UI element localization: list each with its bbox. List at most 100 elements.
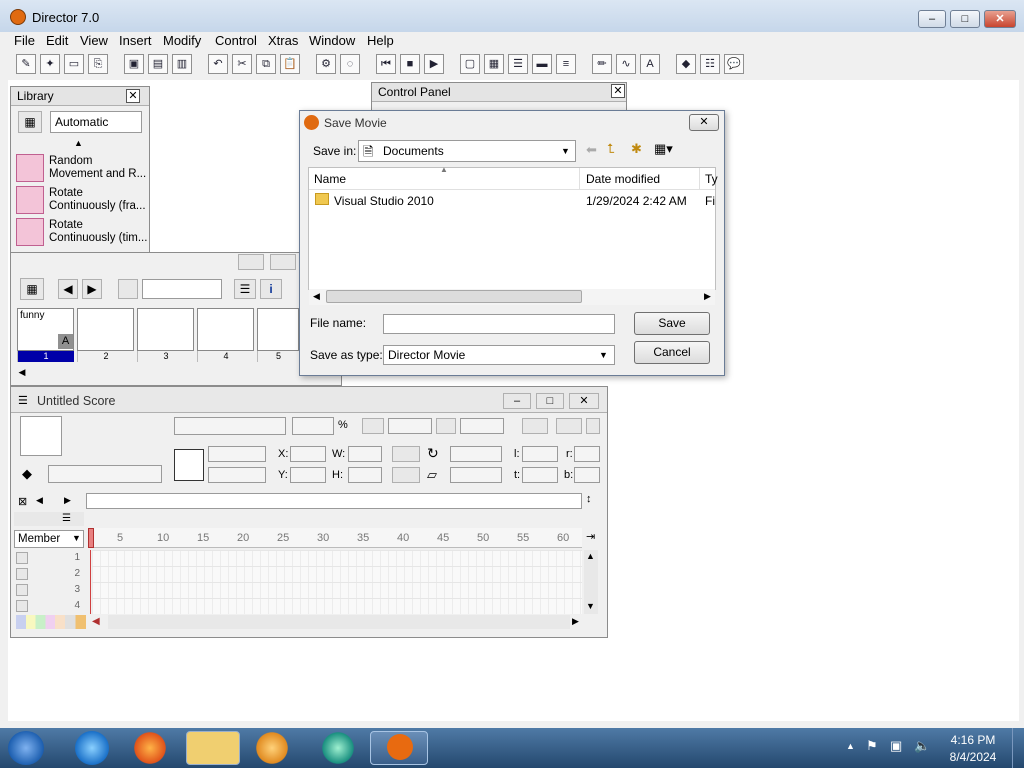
- score-channel-icon[interactable]: ⊠: [18, 495, 27, 508]
- director-app-icon[interactable]: [10, 9, 26, 25]
- scroll-left-icon[interactable]: ◀: [313, 291, 320, 302]
- library-item-1[interactable]: Random Movement and R...: [49, 155, 146, 181]
- cancel-button[interactable]: Cancel: [634, 341, 710, 364]
- column-date-modified[interactable]: Date modified: [586, 172, 660, 186]
- clock-date[interactable]: 8/4/2024: [940, 750, 1006, 764]
- score-next-marker-icon[interactable]: ▶: [64, 495, 71, 506]
- sprite-color-palette[interactable]: [16, 615, 86, 629]
- cast-cell-5[interactable]: [257, 308, 299, 351]
- file-explorer-icon[interactable]: [186, 731, 240, 765]
- dialog-close-button[interactable]: ✕: [689, 114, 719, 131]
- cast-window-icon[interactable]: ▦: [484, 54, 504, 74]
- menu-insert[interactable]: Insert: [119, 32, 152, 50]
- cast-next-icon[interactable]: ▶: [82, 279, 102, 299]
- library-scroll-up-icon[interactable]: ▲: [74, 138, 83, 148]
- column-divider[interactable]: [579, 168, 580, 190]
- file-name-input[interactable]: [383, 314, 615, 334]
- close-button[interactable]: ✕: [984, 10, 1016, 28]
- score-scroll-up-icon[interactable]: ▲: [586, 551, 595, 561]
- score-scroll-down-icon[interactable]: ▼: [586, 601, 595, 611]
- sprite-color-swatch[interactable]: [174, 449, 204, 481]
- script-window-icon[interactable]: ≡: [556, 54, 576, 74]
- sprite-blend-select[interactable]: [292, 417, 334, 435]
- maximize-button[interactable]: □: [950, 10, 980, 28]
- score-minimize-button[interactable]: –: [503, 393, 531, 409]
- cast-maximize-button[interactable]: [270, 254, 296, 270]
- sprite-skew-field[interactable]: [450, 467, 502, 483]
- show-hidden-icons-icon[interactable]: ▲: [846, 741, 855, 751]
- sprite-ink-select[interactable]: [174, 417, 286, 435]
- cast-prev-icon[interactable]: ◀: [58, 279, 78, 299]
- score-hscroll-left-icon[interactable]: ◀: [92, 616, 100, 627]
- sprite-behavior-select[interactable]: [48, 465, 162, 483]
- cast-script-icon[interactable]: ☰: [234, 279, 256, 299]
- column-name[interactable]: Name: [314, 172, 346, 186]
- cast-cell-2[interactable]: [77, 308, 134, 351]
- score-zoom-icon[interactable]: ↕: [586, 493, 592, 505]
- channel-toggle[interactable]: [16, 600, 28, 612]
- stop-icon[interactable]: ■: [400, 54, 420, 74]
- scroll-right-icon[interactable]: ▶: [704, 291, 711, 302]
- library-item-2[interactable]: Rotate Continuously (fra...: [49, 187, 146, 213]
- menu-control[interactable]: Control: [215, 32, 257, 50]
- sprite-trails-icon[interactable]: [586, 418, 600, 434]
- sprite-end-icon[interactable]: [436, 418, 456, 434]
- cast-member-name-field[interactable]: [142, 279, 222, 299]
- lingo-icon[interactable]: ☷: [700, 54, 720, 74]
- chevron-down-icon[interactable]: ▼: [561, 146, 570, 156]
- media-center-icon[interactable]: [316, 731, 360, 765]
- score-close-button[interactable]: ✕: [569, 393, 599, 409]
- cast-cell-4[interactable]: [197, 308, 254, 351]
- chevron-down-icon[interactable]: ▼: [599, 350, 608, 360]
- show-desktop-button[interactable]: [1012, 728, 1024, 768]
- stage-window-icon[interactable]: ▢: [460, 54, 480, 74]
- sprite-w-field[interactable]: [348, 446, 382, 462]
- sprite-end-frame[interactable]: [460, 418, 504, 434]
- library-filter[interactable]: Automatic: [50, 111, 142, 133]
- publish-icon[interactable]: ▥: [172, 54, 192, 74]
- column-type[interactable]: Ty: [705, 172, 718, 186]
- find-icon[interactable]: ⚙: [316, 54, 336, 74]
- sprite-bg-field[interactable]: [208, 467, 266, 483]
- new-folder-icon[interactable]: ✱: [631, 141, 642, 157]
- score-center-icon[interactable]: ⇥: [586, 530, 595, 543]
- score-prev-marker-icon[interactable]: ◀: [36, 495, 43, 506]
- play-icon[interactable]: ▶: [424, 54, 444, 74]
- menu-window[interactable]: Window: [309, 32, 355, 50]
- menu-view[interactable]: View: [80, 32, 108, 50]
- cast-minimize-button[interactable]: [238, 254, 264, 270]
- score-maximize-button[interactable]: □: [536, 393, 564, 409]
- control-panel-close-icon[interactable]: ✕: [611, 84, 625, 98]
- file-list-scroll-thumb[interactable]: [326, 290, 582, 303]
- save-in-select[interactable]: Documents: [358, 140, 576, 162]
- sprite-fg-field[interactable]: [208, 446, 266, 462]
- script-channel-icon[interactable]: ☰: [62, 513, 71, 524]
- property-inspector-icon[interactable]: ▬: [532, 54, 552, 74]
- minimize-button[interactable]: –: [918, 10, 946, 28]
- sprite-x-field[interactable]: [290, 446, 326, 462]
- rewind-icon[interactable]: ⏮: [376, 54, 396, 74]
- behavior-diamond-icon[interactable]: ◆: [22, 466, 32, 482]
- sprite-editable-icon[interactable]: [522, 418, 548, 434]
- menu-edit[interactable]: Edit: [46, 32, 68, 50]
- sprite-start-frame[interactable]: [388, 418, 432, 434]
- library-close-icon[interactable]: ✕: [126, 89, 140, 103]
- volume-muted-icon[interactable]: 🔈: [914, 738, 930, 754]
- column-divider[interactable]: [699, 168, 700, 190]
- behavior-thumb-icon[interactable]: [16, 154, 44, 182]
- text-icon[interactable]: A: [640, 54, 660, 74]
- menu-xtras[interactable]: Xtras: [268, 32, 298, 50]
- flip-horizontal-icon[interactable]: [392, 446, 420, 462]
- behavior-thumb-icon[interactable]: [16, 218, 44, 246]
- import-icon[interactable]: ⎘: [88, 54, 108, 74]
- action-center-flag-icon[interactable]: ⚑: [866, 738, 878, 754]
- sprite-top-field[interactable]: [522, 467, 558, 483]
- paint-icon[interactable]: ✏: [592, 54, 612, 74]
- copy-icon[interactable]: ⧉: [256, 54, 276, 74]
- view-menu-icon[interactable]: ▦▾: [654, 141, 673, 157]
- channel-toggle[interactable]: [16, 568, 28, 580]
- cast-view-icon[interactable]: ▦: [20, 278, 44, 300]
- library-item-3[interactable]: Rotate Continuously (tim...: [49, 219, 147, 245]
- save-icon[interactable]: ▣: [124, 54, 144, 74]
- exchange-icon[interactable]: ◌: [340, 54, 360, 74]
